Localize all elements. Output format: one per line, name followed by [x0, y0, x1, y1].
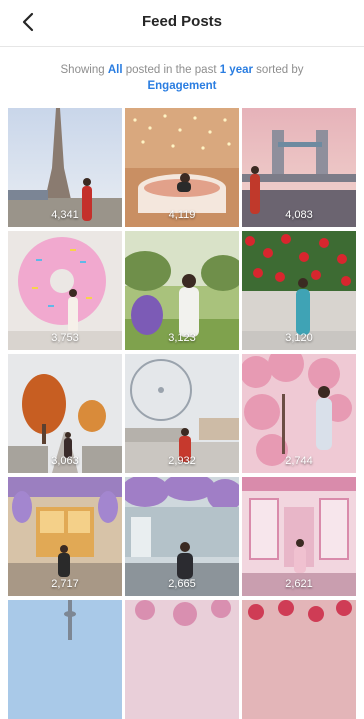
post-tile[interactable]: 4,341 — [8, 108, 122, 227]
post-tile[interactable]: 2,717 — [8, 477, 122, 596]
post-tile[interactable]: 2,621 — [242, 477, 356, 596]
post-tile[interactable]: 4,083 — [242, 108, 356, 227]
post-tile[interactable]: 2,665 — [125, 477, 239, 596]
engagement-count: 3,120 — [285, 332, 313, 344]
top-bar: Feed Posts — [0, 0, 364, 47]
engagement-count: 4,119 — [168, 209, 196, 221]
post-tile[interactable] — [125, 600, 239, 719]
post-tile[interactable]: 3,063 — [8, 354, 122, 473]
sort-filter-link[interactable]: Engagement — [147, 80, 216, 92]
post-tile[interactable] — [242, 600, 356, 719]
filter-summary: Showing All posted in the past 1 year so… — [20, 62, 344, 94]
engagement-count: 3,063 — [51, 455, 79, 467]
post-tile[interactable] — [8, 600, 122, 719]
post-thumbnail — [125, 600, 239, 719]
post-tile[interactable]: 3,120 — [242, 231, 356, 350]
engagement-count: 2,717 — [51, 578, 79, 590]
engagement-count: 3,753 — [51, 332, 79, 344]
engagement-count: 2,621 — [285, 578, 313, 590]
post-tile[interactable]: 4,119 — [125, 108, 239, 227]
period-filter-link[interactable]: 1 year — [220, 64, 253, 76]
posts-grid: 4,341 4,119 4,083 3,753 3,123 3,120 3,06… — [8, 108, 356, 719]
post-thumbnail — [242, 600, 356, 719]
post-tile[interactable]: 2,744 — [242, 354, 356, 473]
engagement-count: 3,123 — [168, 332, 196, 344]
engagement-count: 4,341 — [51, 209, 79, 221]
filter-suffix: sorted by — [252, 64, 304, 76]
engagement-count: 2,932 — [168, 455, 196, 467]
engagement-count: 2,665 — [168, 578, 196, 590]
scope-filter-link[interactable]: All — [108, 64, 123, 76]
post-thumbnail — [8, 600, 122, 719]
engagement-count: 2,744 — [285, 455, 313, 467]
filter-prefix: Showing — [60, 64, 108, 76]
page-title: Feed Posts — [141, 13, 223, 30]
post-tile[interactable]: 3,753 — [8, 231, 122, 350]
post-tile[interactable]: 3,123 — [125, 231, 239, 350]
filter-middle: posted in the past — [122, 64, 220, 76]
engagement-count: 4,083 — [285, 209, 313, 221]
post-tile[interactable]: 2,932 — [125, 354, 239, 473]
